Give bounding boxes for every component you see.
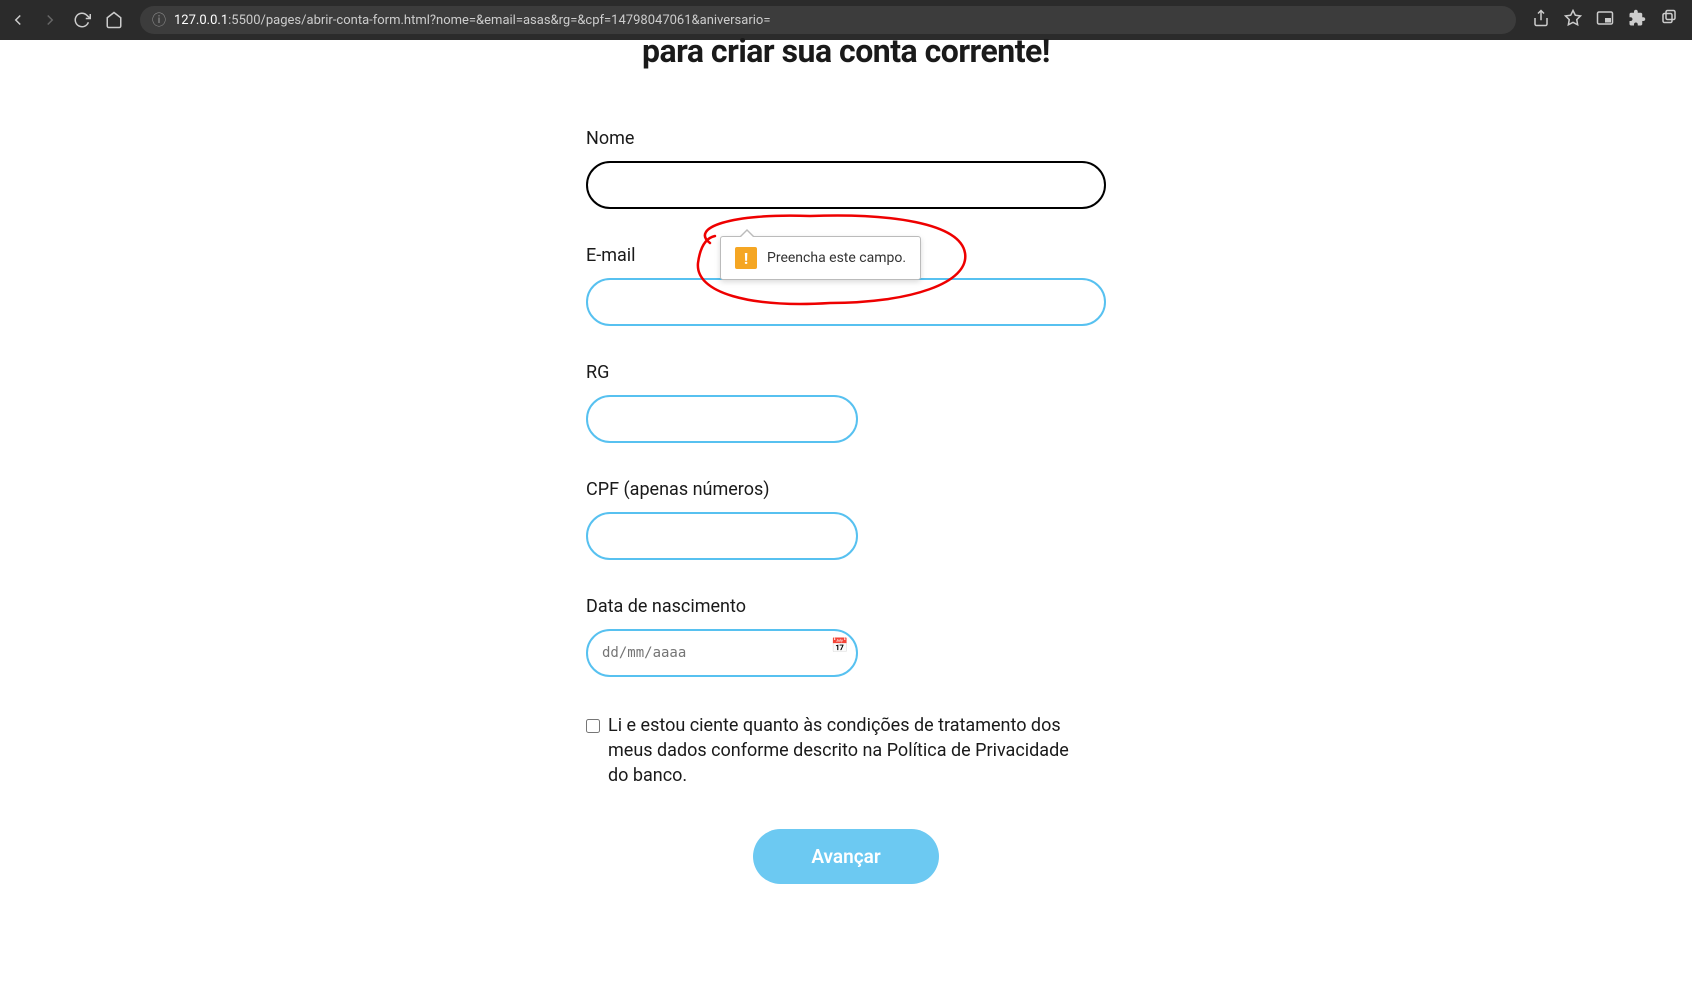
form-group-nome: Nome xyxy=(586,128,1106,209)
rg-label: RG xyxy=(586,362,1106,383)
toolbar-right xyxy=(1532,9,1684,31)
url-text: 127.0.0.1:5500/pages/abrir-conta-form.ht… xyxy=(174,13,770,28)
consent-label: Li e estou ciente quanto às condições de… xyxy=(608,713,1078,789)
validation-tooltip: ! Preencha este campo. xyxy=(720,236,921,280)
validation-message: Preencha este campo. xyxy=(767,250,906,266)
forward-icon[interactable] xyxy=(40,10,60,30)
pip-icon[interactable] xyxy=(1596,9,1614,31)
nav-buttons xyxy=(8,10,124,30)
warning-icon: ! xyxy=(735,247,757,269)
info-icon[interactable]: ⓘ xyxy=(152,10,166,30)
page-title: para criar sua conta corrente! xyxy=(642,32,1050,70)
back-icon[interactable] xyxy=(8,10,28,30)
consent-row: Li e estou ciente quanto às condições de… xyxy=(586,713,1106,789)
email-input[interactable] xyxy=(586,278,1106,326)
cpf-label: CPF (apenas números) xyxy=(586,479,1106,500)
form-group-rg: RG xyxy=(586,362,1106,443)
calendar-icon[interactable]: 📅 xyxy=(831,638,848,654)
cpf-input[interactable] xyxy=(586,512,858,560)
form-group-cpf: CPF (apenas números) xyxy=(586,479,1106,560)
page-content: para criar sua conta corrente! Nome E-ma… xyxy=(0,40,1692,884)
rg-input[interactable] xyxy=(586,395,858,443)
star-icon[interactable] xyxy=(1564,9,1582,31)
home-icon[interactable] xyxy=(104,10,124,30)
reload-icon[interactable] xyxy=(72,10,92,30)
nome-input[interactable] xyxy=(586,161,1106,209)
overflow-icon[interactable] xyxy=(1660,9,1678,31)
aniversario-input[interactable] xyxy=(586,629,858,677)
submit-button[interactable]: Avançar xyxy=(753,829,938,884)
share-icon[interactable] xyxy=(1532,9,1550,31)
consent-checkbox[interactable] xyxy=(586,719,600,733)
nome-label: Nome xyxy=(586,128,1106,149)
aniversario-label: Data de nascimento xyxy=(586,596,1106,617)
form-group-aniversario: Data de nascimento 📅 xyxy=(586,596,1106,677)
extension-icon[interactable] xyxy=(1628,9,1646,31)
address-bar[interactable]: ⓘ 127.0.0.1:5500/pages/abrir-conta-form.… xyxy=(140,6,1516,34)
